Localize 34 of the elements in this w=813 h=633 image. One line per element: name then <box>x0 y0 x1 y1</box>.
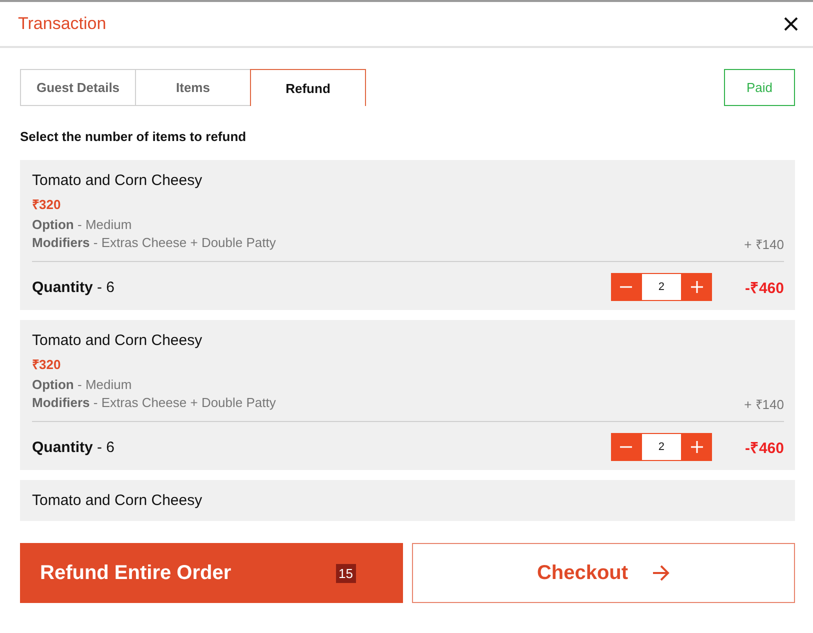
window-title: Transaction <box>18 14 106 34</box>
option-text: Option - Medium <box>32 217 133 232</box>
refund-entire-order-button[interactable]: Refund Entire Order 15 <box>20 543 403 603</box>
item-name: Tomato and Corn Cheesy <box>32 492 204 509</box>
modifiers-price: + ₹140 <box>744 396 784 413</box>
item-price: ₹320 <box>32 196 62 213</box>
arrow-right-icon <box>652 565 670 581</box>
count-badge: 15 <box>336 564 356 582</box>
tab[interactable]: Refund <box>250 69 366 106</box>
close-icon[interactable] <box>783 16 799 32</box>
item-price: ₹320 <box>32 356 62 373</box>
modifiers-price: + ₹140 <box>744 236 784 253</box>
quantity-text: Quantity - 6 <box>32 438 116 456</box>
modifiers-text: Modifiers - Extras Cheese + Double Patty <box>32 235 276 252</box>
increment-button[interactable] <box>682 433 712 461</box>
tab[interactable]: Guest Details <box>20 69 135 106</box>
tab[interactable]: Items <box>135 69 250 106</box>
item-name: Tomato and Corn Cheesy <box>32 332 204 349</box>
decrement-button[interactable] <box>610 433 641 461</box>
button-label: Refund Entire Order <box>40 562 232 584</box>
checkout-button[interactable]: Checkout <box>412 543 795 603</box>
plus-icon <box>690 441 703 453</box>
instruction-text: Select the number of items to refund <box>20 129 246 144</box>
refund-amount: -₹460 <box>744 279 784 297</box>
decrement-button[interactable] <box>610 273 641 301</box>
quantity-field[interactable]: 2 <box>640 273 682 301</box>
modifiers-text: Modifiers - Extras Cheese + Double Patty <box>32 395 276 412</box>
option-text: Option - Medium <box>32 377 133 392</box>
refund-amount: -₹460 <box>744 439 784 457</box>
quantity-field[interactable]: 2 <box>640 433 682 461</box>
quantity-text: Quantity - 6 <box>32 278 116 296</box>
increment-button[interactable] <box>682 273 712 301</box>
plus-icon <box>690 281 703 293</box>
item-name: Tomato and Corn Cheesy <box>32 172 204 189</box>
